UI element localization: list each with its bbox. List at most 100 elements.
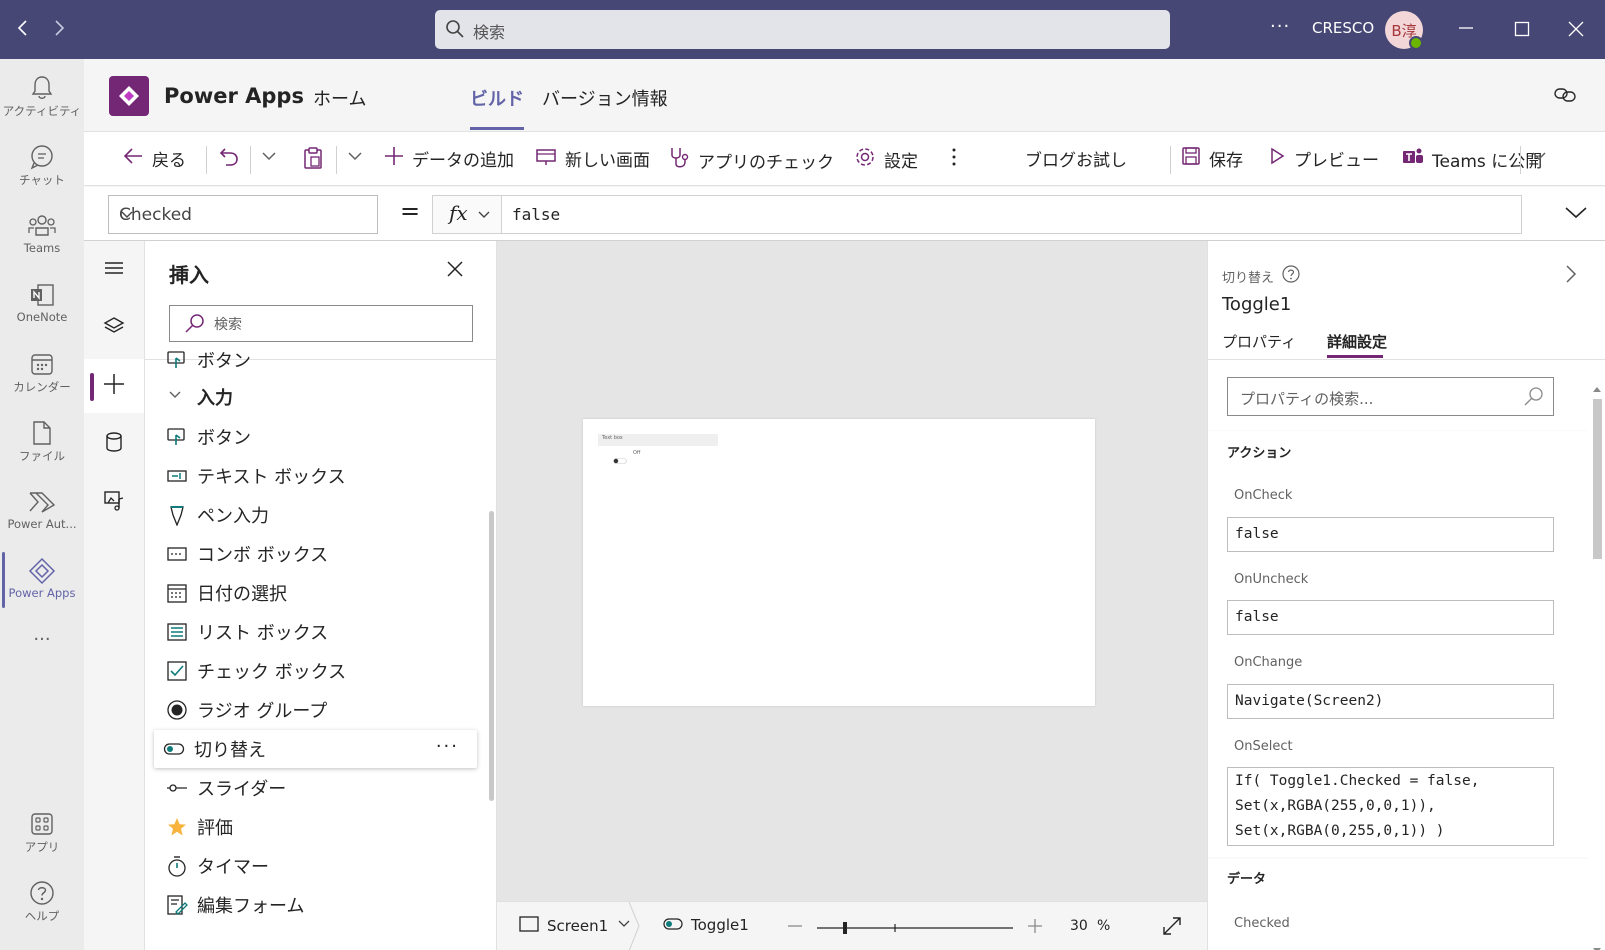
settings-button[interactable]: 設定 [854, 146, 918, 173]
prop-value-oncheck[interactable]: false [1227, 517, 1554, 552]
minimize-icon[interactable] [1458, 20, 1474, 40]
zoom-in-icon[interactable] [1027, 916, 1043, 940]
rail-item-teams[interactable]: Teams [0, 201, 84, 267]
save-button[interactable]: 保存 [1181, 146, 1243, 171]
maximize-icon[interactable] [1514, 21, 1530, 41]
media-button[interactable] [84, 475, 144, 529]
fit-to-window-icon[interactable] [1162, 916, 1182, 940]
zoom-slider[interactable] [817, 920, 1013, 934]
tree-view-button[interactable] [84, 301, 144, 355]
power-apps-icon [28, 556, 56, 586]
link-icon[interactable] [1553, 85, 1577, 109]
close-icon[interactable] [445, 259, 465, 283]
list-item-date-picker[interactable]: 日付の選択 [157, 574, 482, 612]
rail-more-apps-button[interactable]: ··· [0, 619, 84, 685]
rail-item-onenote[interactable]: OneNote [0, 270, 84, 336]
prop-label-onselect: OnSelect [1234, 739, 1293, 754]
back-nav-icon[interactable] [16, 18, 30, 43]
collapse-panel-chevron-icon[interactable] [1564, 263, 1578, 289]
publish-dropdown-button[interactable] [1530, 146, 1548, 171]
rail-item-help[interactable]: ヘルプ [0, 868, 84, 934]
tab-properties[interactable]: プロパティ [1222, 331, 1296, 352]
zoom-value[interactable]: 30 [1070, 918, 1088, 934]
tab-home[interactable]: ホーム [313, 85, 366, 111]
list-item-toggle[interactable]: 切り替え ··· [154, 730, 477, 768]
canvas-toggle[interactable] [613, 450, 627, 464]
expand-formula-chevron-icon[interactable] [1564, 203, 1588, 227]
more-options-button[interactable]: ··· [1270, 16, 1290, 37]
paste-dropdown-button[interactable] [346, 146, 364, 171]
item-more-button[interactable]: ··· [436, 736, 459, 757]
more-commands-button[interactable] [950, 146, 958, 173]
list-item-timer[interactable]: タイマー [157, 847, 482, 885]
help-icon[interactable] [1282, 265, 1300, 287]
teams-icon [28, 211, 56, 241]
zoom-out-icon[interactable] [787, 916, 803, 940]
list-item-pen-input[interactable]: ペン入力 [157, 496, 482, 534]
list-item-button-partial[interactable]: ボタン [157, 341, 482, 379]
list-item-button[interactable]: ボタン [157, 418, 482, 456]
blog-try-button[interactable]: ブログお試し [1025, 146, 1127, 171]
rail-item-calendar[interactable]: カレンダー [0, 339, 84, 405]
scroll-down-icon[interactable] [1593, 940, 1601, 950]
close-window-icon[interactable] [1568, 21, 1584, 41]
list-item-combo-box[interactable]: コンボ ボックス [157, 535, 482, 573]
rail-item-power-automate[interactable]: Power Aut... [0, 477, 84, 543]
rail-item-files[interactable]: ファイル [0, 408, 84, 474]
app-checker-button[interactable]: アプリのチェック [668, 146, 834, 175]
canvas-text-box[interactable]: Text box [598, 434, 718, 446]
list-item-radio-group[interactable]: ラジオ グループ [157, 691, 482, 729]
power-apps-logo-icon [109, 76, 149, 116]
screen-breadcrumb[interactable]: Screen1 [519, 916, 632, 936]
function-button[interactable]: fx [432, 195, 502, 234]
screen1-canvas[interactable]: Text box Off [583, 419, 1095, 706]
insert-button[interactable] [84, 359, 144, 413]
prop-value-onselect[interactable]: If( Toggle1.Checked = false, Set(x,RGBA(… [1227, 767, 1554, 846]
tab-advanced[interactable]: 詳細設定 [1327, 331, 1387, 352]
paste-button[interactable] [302, 146, 324, 175]
canvas-area[interactable]: Text box Off [497, 241, 1207, 901]
insert-search-input[interactable]: 検索 [169, 305, 473, 342]
global-search-input[interactable]: 検索 [435, 10, 1170, 49]
tab-about[interactable]: バージョン情報 [542, 85, 668, 111]
publish-to-teams-button[interactable]: Teams に公開 [1402, 146, 1542, 173]
property-selector[interactable]: Checked [108, 195, 378, 234]
properties-scrollbar[interactable] [1590, 374, 1604, 950]
scroll-up-icon[interactable] [1593, 378, 1601, 396]
formula-input[interactable]: false [502, 195, 1522, 234]
rail-item-chat[interactable]: チャット [0, 132, 84, 198]
rail-item-activity[interactable]: アクティビティ [0, 63, 84, 129]
arrow-left-icon [122, 146, 144, 171]
list-item-edit-form[interactable]: 編集フォーム [157, 886, 482, 924]
prop-label-oncheck: OnCheck [1234, 488, 1293, 503]
undo-button[interactable] [218, 146, 240, 173]
input-group-header[interactable]: 入力 [167, 384, 233, 410]
control-breadcrumb[interactable]: Toggle1 [663, 916, 749, 934]
list-item-rating[interactable]: 評価 [157, 808, 482, 846]
insert-panel-scrollbar[interactable] [489, 511, 494, 801]
preview-button[interactable]: プレビュー [1268, 146, 1379, 171]
menu-button[interactable] [84, 243, 144, 297]
list-item-slider[interactable]: スライダー [157, 769, 482, 807]
plus-icon [384, 146, 404, 171]
back-button[interactable]: 戻る [122, 146, 186, 171]
properties-panel: 切り替え Toggle1 プロパティ 詳細設定 プロパティの検索... アクショ… [1207, 241, 1605, 950]
rail-item-power-apps[interactable]: Power Apps [0, 546, 84, 612]
file-icon [31, 418, 53, 448]
rail-item-apps[interactable]: アプリ [0, 799, 84, 865]
add-data-button[interactable]: データの追加 [384, 146, 514, 171]
prop-value-onuncheck[interactable]: false [1227, 600, 1554, 635]
list-item-list-box[interactable]: リスト ボックス [157, 613, 482, 651]
prop-value-onchange[interactable]: Navigate(Screen2) [1227, 684, 1554, 719]
tab-build[interactable]: ビルド [470, 85, 524, 111]
undo-icon [218, 146, 240, 173]
forward-nav-icon[interactable] [52, 18, 66, 43]
list-item-text-box[interactable]: テキスト ボックス [157, 457, 482, 495]
undo-dropdown-button[interactable] [260, 146, 278, 171]
property-search-input[interactable]: プロパティの検索... [1227, 377, 1554, 416]
scroll-thumb[interactable] [1593, 399, 1602, 559]
data-button[interactable] [84, 417, 144, 471]
list-item-check-box[interactable]: チェック ボックス [157, 652, 482, 690]
new-screen-button[interactable]: 新しい画面 [535, 146, 650, 171]
layers-icon [103, 315, 125, 341]
